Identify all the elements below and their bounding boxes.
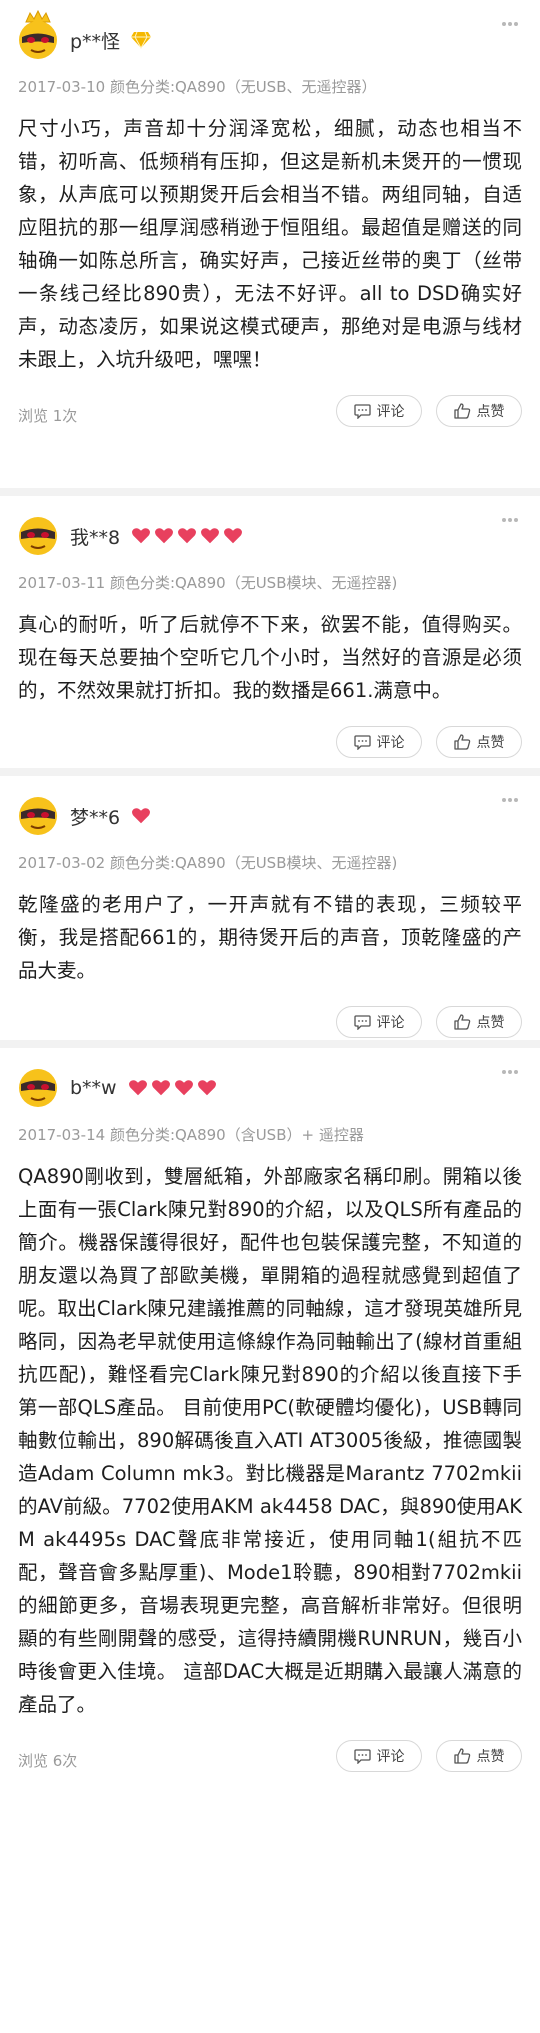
avatar[interactable]	[18, 796, 58, 836]
user-level-hearts	[130, 806, 154, 826]
comment-button[interactable]: 评论	[336, 1740, 422, 1772]
view-count: 浏览 1次	[18, 406, 78, 425]
review-meta: 2017-03-14 颜色分类:QA890（含USB）+ 遥控器	[18, 1126, 364, 1144]
avatar[interactable]	[18, 1068, 58, 1108]
review-content: 乾隆盛的老用户了，一开声就有不错的表现，三频较平衡，我是搭配661的，期待煲开后…	[18, 893, 522, 982]
review-header: 梦**6	[18, 792, 522, 840]
more-dots-icon[interactable]	[502, 798, 518, 804]
thumbs-up-icon	[453, 403, 470, 419]
username[interactable]: p**怪	[70, 27, 120, 54]
username[interactable]: 梦**6	[70, 803, 120, 830]
comment-icon	[353, 403, 371, 419]
view-count: 浏览 6次	[18, 1751, 78, 1770]
thumbs-up-icon	[453, 1014, 470, 1030]
like-label: 点赞	[476, 735, 505, 751]
like-button[interactable]: 点赞	[436, 1006, 522, 1038]
review-meta: 2017-03-11 颜色分类:QA890（无USB模块、无遥控器)	[18, 574, 398, 592]
review-card: b**w 2017-03-14 颜色分类:QA890（含USB）+ 遥控器 QA…	[0, 1048, 540, 2033]
thumbs-up-icon	[453, 1748, 470, 1764]
review-meta: 2017-03-10 颜色分类:QA890（无USB、无遥控器）	[18, 78, 377, 96]
thumbs-up-icon	[453, 734, 470, 750]
more-dots-icon[interactable]	[502, 518, 518, 524]
review-content: QA890剛收到，雙層紙箱，外部廠家名稱印刷。開箱以後上面有一張Clark陳兄對…	[18, 1165, 522, 1716]
review-card: 我**8 2017-03-11 颜色分类:QA890（无USB模块、无遥控器) …	[0, 496, 540, 768]
masked-face-avatar	[19, 797, 57, 835]
comment-button[interactable]: 评论	[336, 395, 422, 427]
heart-icon	[127, 1079, 217, 1097]
comment-label: 评论	[376, 1749, 405, 1765]
comment-label: 评论	[376, 735, 405, 751]
like-label: 点赞	[476, 1749, 505, 1765]
review-footer: 浏览 6次 评论 点赞	[18, 1721, 522, 1799]
more-dots-icon[interactable]	[502, 1070, 518, 1076]
masked-face-avatar	[19, 517, 57, 555]
review-footer: 浏览 1次 评论 点赞	[18, 376, 522, 454]
like-label: 点赞	[476, 404, 505, 420]
review-footer: 评论 点赞	[18, 707, 522, 785]
diamond-icon	[130, 31, 152, 49]
heart-icon	[131, 807, 152, 825]
user-level-hearts	[127, 1078, 223, 1098]
comment-button[interactable]: 评论	[336, 1006, 422, 1038]
more-dots-icon[interactable]	[502, 22, 518, 28]
like-button[interactable]: 点赞	[436, 395, 522, 427]
comment-icon	[353, 1014, 371, 1030]
comment-icon	[353, 1748, 371, 1764]
username[interactable]: 我**8	[70, 523, 120, 550]
username[interactable]: b**w	[70, 1077, 117, 1099]
review-card: 梦**6 2017-03-02 颜色分类:QA890（无USB模块、无遥控器) …	[0, 776, 540, 1040]
comment-label: 评论	[376, 1015, 405, 1031]
comment-icon	[353, 734, 371, 750]
review-card: p**怪 2017-03-10 颜色分类:QA890（无USB、无遥控器） 尺寸…	[0, 0, 540, 488]
comment-label: 评论	[376, 404, 405, 420]
avatar[interactable]	[18, 516, 58, 556]
review-header: p**怪	[18, 10, 522, 64]
avatar[interactable]	[18, 10, 58, 60]
review-content: 真心的耐听，听了后就停不下来，欲罢不能，值得购买。现在每天总要抽个空听它几个小时…	[18, 613, 522, 702]
review-header: b**w	[18, 1064, 522, 1112]
review-content: 尺寸小巧，声音却十分润泽宽松，细腻，动态也相当不错，初听高、低频稍有压抑，但这是…	[18, 117, 522, 371]
like-label: 点赞	[476, 1015, 505, 1031]
like-button[interactable]: 点赞	[436, 726, 522, 758]
heart-icon	[131, 527, 244, 545]
review-header: 我**8	[18, 512, 522, 560]
user-level-hearts	[130, 526, 248, 546]
comment-button[interactable]: 评论	[336, 726, 422, 758]
masked-face-avatar	[19, 1069, 57, 1107]
crown-avatar-icon	[19, 10, 57, 59]
review-meta: 2017-03-02 颜色分类:QA890（无USB模块、无遥控器)	[18, 854, 398, 872]
like-button[interactable]: 点赞	[436, 1740, 522, 1772]
